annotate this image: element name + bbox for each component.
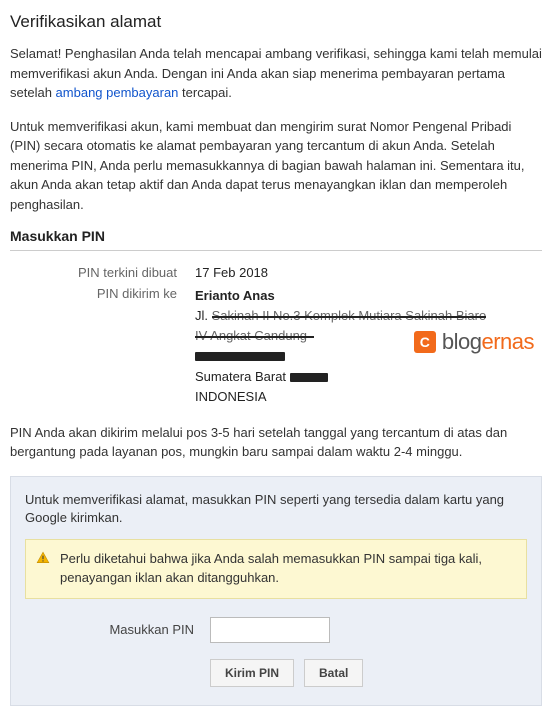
redacted-block — [195, 352, 285, 361]
address-country: INDONESIA — [195, 387, 542, 407]
redacted-block — [290, 373, 328, 382]
submit-pin-button[interactable]: Kirim PIN — [210, 659, 294, 687]
addr-prefix: Jl. — [195, 308, 212, 323]
pin-date-label: PIN terkini dibuat — [10, 265, 195, 280]
pin-recipient-label: PIN dikirim ke — [10, 286, 195, 407]
pin-input[interactable] — [210, 617, 330, 643]
address-line-1: Jl. Sakinah II No.3 Komplek Mutiara Saki… — [195, 306, 542, 326]
intro-text-2: tercapai. — [178, 85, 231, 100]
verify-box: Untuk memverifikasi alamat, masukkan PIN… — [10, 476, 542, 706]
redacted-text: Sakinah II No.3 Komplek Mutiara Sakinah … — [212, 306, 487, 326]
intro-paragraph-2: Untuk memverifikasi akun, kami membuat d… — [10, 117, 542, 215]
redacted-text: IV Angkat Candung — [195, 326, 314, 346]
province-text: Sumatera Barat — [195, 369, 290, 384]
pin-input-label: Masukkan PIN — [25, 622, 210, 637]
intro-paragraph-1: Selamat! Penghasilan Anda telah mencapai… — [10, 44, 542, 103]
warning-box: Perlu diketahui bahwa jika Anda salah me… — [25, 539, 527, 599]
pin-info-block: PIN terkini dibuat 17 Feb 2018 PIN dikir… — [10, 265, 542, 407]
address-province: Sumatera Barat — [195, 367, 542, 387]
recipient-name: Erianto Anas — [195, 286, 542, 306]
warning-icon — [36, 551, 50, 565]
cancel-button[interactable]: Batal — [304, 659, 363, 687]
verify-lead: Untuk memverifikasi alamat, masukkan PIN… — [25, 491, 527, 527]
button-row: Kirim PIN Batal — [25, 659, 527, 687]
section-title: Masukkan PIN — [10, 228, 542, 251]
page-title: Verifikasikan alamat — [10, 12, 542, 32]
payment-threshold-link[interactable]: ambang pembayaran — [56, 85, 179, 100]
watermark-text: blogernas — [442, 329, 534, 355]
watermark-badge-icon: C — [414, 331, 436, 353]
delivery-note: PIN Anda akan dikirim melalui pos 3-5 ha… — [10, 423, 542, 462]
pin-input-row: Masukkan PIN — [25, 617, 527, 643]
warning-text: Perlu diketahui bahwa jika Anda salah me… — [60, 551, 482, 585]
pin-date-value: 17 Feb 2018 — [195, 265, 542, 280]
watermark: C blogernas — [414, 329, 534, 355]
